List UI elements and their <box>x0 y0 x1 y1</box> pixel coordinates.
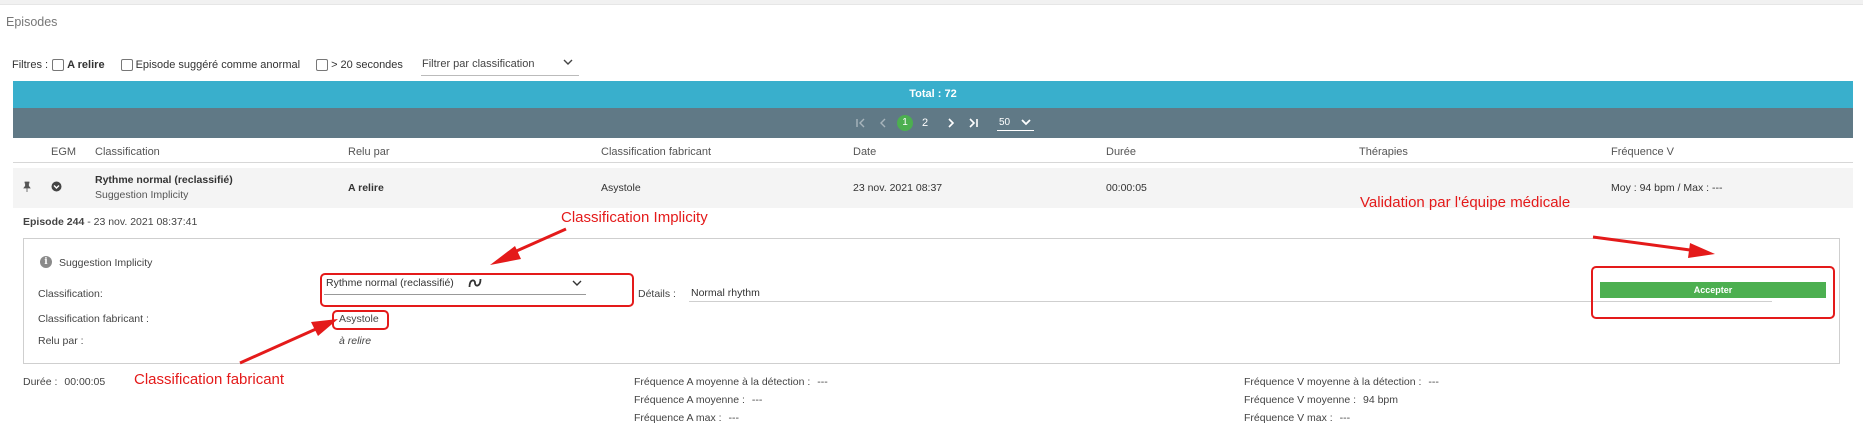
table-header: EGM Classification Relu par Classificati… <box>13 142 1853 163</box>
filter-anormal[interactable]: Episode suggéré comme anormal <box>117 59 300 71</box>
row-suggestion: Suggestion Implicity <box>95 189 189 201</box>
episode-detail-panel: i Suggestion Implicity Classification: R… <box>23 238 1840 364</box>
annotation-validation: Validation par l'équipe médicale <box>1360 194 1571 211</box>
col-date[interactable]: Date <box>853 146 876 158</box>
stat-freq-v-detection-label: Fréquence V moyenne à la détection : <box>1244 376 1422 388</box>
panel-title: Suggestion Implicity <box>59 257 153 269</box>
row-date: 23 nov. 2021 08:37 <box>853 182 943 194</box>
col-classification[interactable]: Classification <box>95 146 160 158</box>
stat-freq-a-moy-label: Fréquence A moyenne : <box>634 394 745 406</box>
annotation-implicity: Classification Implicity <box>561 209 708 226</box>
total-bar: Total : 72 <box>13 81 1853 108</box>
stat-freq-v-moy: Fréquence V moyenne : 94 bpm <box>1244 394 1398 406</box>
stat-freq-a-max-label: Fréquence A max : <box>634 412 722 424</box>
row-classification-fabricant: Asystole <box>601 182 641 194</box>
stat-freq-v-moy-label: Fréquence V moyenne : <box>1244 394 1357 406</box>
filter-duree[interactable]: > 20 secondes <box>312 59 403 71</box>
filter-a-relire[interactable]: A relire <box>48 59 105 71</box>
checkbox-duree[interactable] <box>316 59 329 71</box>
first-page-icon[interactable] <box>853 115 869 131</box>
annotation-fabricant: Classification fabricant <box>134 371 285 388</box>
filters-bar: Filtres : A relire Episode suggéré comme… <box>12 57 415 73</box>
row-classification: Rythme normal (reclassifié) <box>95 174 233 186</box>
stat-freq-v-max-label: Fréquence V max : <box>1244 412 1333 424</box>
stat-duree-value: 00:00:05 <box>64 376 106 388</box>
page-current[interactable]: 1 <box>897 114 913 131</box>
details-label: Détails : <box>638 288 676 300</box>
row-relu-par: A relire <box>348 182 384 194</box>
top-divider <box>0 0 1863 5</box>
highlight-classification-fabricant <box>332 310 389 330</box>
next-page-icon[interactable] <box>943 115 959 131</box>
stat-freq-a-detection-value: --- <box>817 376 828 388</box>
page-title: Episodes <box>6 15 58 29</box>
filter-duree-label: > 20 secondes <box>331 59 403 71</box>
relu-par-label: Relu par : <box>38 335 84 347</box>
pin-icon[interactable] <box>22 181 32 196</box>
stat-freq-a-moy-value: --- <box>751 394 763 406</box>
last-page-icon[interactable] <box>965 115 981 131</box>
highlight-classification-implicity <box>320 273 634 307</box>
row-duree: 00:00:05 <box>1106 182 1147 194</box>
col-relu-par[interactable]: Relu par <box>348 146 390 158</box>
total-count: Total : 72 <box>909 88 957 100</box>
highlight-validation <box>1591 266 1835 319</box>
table-row[interactable]: Rythme normal (reclassifié) Suggestion I… <box>13 168 1853 208</box>
classification-filter-placeholder: Filtrer par classification <box>422 58 535 70</box>
stat-freq-v-detection-value: --- <box>1428 376 1439 388</box>
episode-header: Episode 244 - 23 nov. 2021 08:37:41 <box>23 216 197 228</box>
stat-freq-a-detection: Fréquence A moyenne à la détection : --- <box>634 376 828 388</box>
episode-datetime: - 23 nov. 2021 08:37:41 <box>84 216 198 228</box>
stat-freq-a-moy: Fréquence A moyenne : --- <box>634 394 762 406</box>
page-2[interactable]: 2 <box>919 117 931 129</box>
filter-a-relire-label: A relire <box>67 59 105 71</box>
stat-freq-v-detection: Fréquence V moyenne à la détection : --- <box>1244 376 1439 388</box>
col-frequence-v[interactable]: Fréquence V <box>1611 146 1674 158</box>
details-value: Normal rhythm <box>691 287 760 299</box>
stat-freq-a-max: Fréquence A max : --- <box>634 412 739 424</box>
col-therapies[interactable]: Thérapies <box>1359 146 1408 158</box>
col-egm[interactable]: EGM <box>51 146 76 158</box>
col-duree[interactable]: Durée <box>1106 146 1136 158</box>
episode-number: Episode 244 <box>23 216 85 228</box>
prev-page-icon[interactable] <box>875 115 891 131</box>
per-page-select[interactable]: 50 <box>997 114 1035 131</box>
classification-fabricant-label: Classification fabricant : <box>38 313 149 325</box>
col-classification-fabricant[interactable]: Classification fabricant <box>601 146 711 158</box>
row-frequence-v: Moy : 94 bpm / Max : --- <box>1611 182 1723 194</box>
filter-anormal-label: Episode suggéré comme anormal <box>135 59 301 71</box>
chevron-down-icon <box>1021 119 1031 126</box>
chevron-down-icon <box>563 59 573 65</box>
pagination-bar: 1 2 50 <box>13 108 1853 138</box>
stat-freq-v-max-value: --- <box>1339 412 1351 424</box>
relu-par-value: à relire <box>339 335 372 347</box>
checkbox-a-relire[interactable] <box>52 59 65 71</box>
stat-freq-v-moy-value: 94 bpm <box>1363 394 1399 406</box>
info-icon: i <box>40 256 52 268</box>
chevron-circle-icon[interactable] <box>51 181 62 195</box>
stat-duree-label: Durée : <box>23 376 58 388</box>
per-page-value: 50 <box>999 116 1011 128</box>
classification-filter-select[interactable]: Filtrer par classification <box>421 55 579 76</box>
pagination: 1 2 50 <box>853 114 1035 131</box>
stat-duree: Durée : 00:00:05 <box>23 376 105 388</box>
checkbox-anormal[interactable] <box>120 59 133 71</box>
filters-label: Filtres : <box>12 59 49 71</box>
stat-freq-v-max: Fréquence V max : --- <box>1244 412 1350 424</box>
stat-freq-a-detection-label: Fréquence A moyenne à la détection : <box>634 376 811 388</box>
classification-label: Classification: <box>38 288 103 300</box>
stat-freq-a-max-value: --- <box>728 412 739 424</box>
